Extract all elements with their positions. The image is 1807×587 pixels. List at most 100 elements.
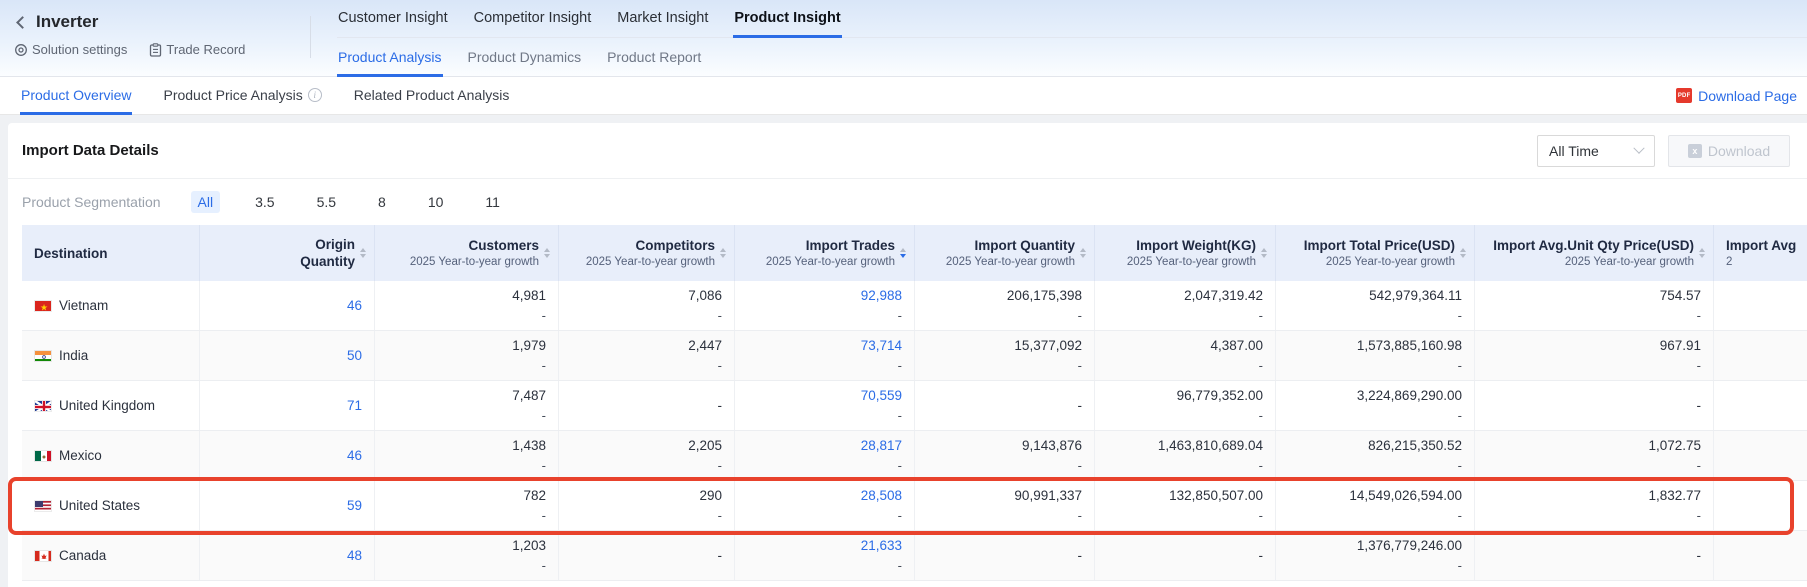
origin-quantity-link[interactable]: 71 [347,397,362,415]
sort-desc-icon[interactable] [360,254,366,258]
segment-option-5-5[interactable]: 5.5 [310,191,343,213]
import-trades-value[interactable]: 28,817 [861,437,902,455]
import-weight-value: 1,463,810,689.04 [1158,437,1263,455]
sort-icons[interactable] [720,248,726,258]
page-toolbar: Product Overview Product Price Analysisi R… [0,77,1807,115]
import-total-price-value: 14,549,026,594.00 [1349,487,1462,505]
tab-product-report[interactable]: Product Report [606,39,702,77]
column-header-destination: Destination [22,225,200,281]
origin-quantity-link[interactable]: 50 [347,347,362,365]
table-row-mexico: Mexico461,438-2,205-28,817-9,143,876-1,4… [22,431,1807,481]
sort-asc-icon[interactable] [544,248,550,252]
import-trades-value[interactable]: 70,559 [861,387,902,405]
origin-quantity-link[interactable]: 46 [347,297,362,315]
import-quantity-growth: - [1078,358,1082,374]
tab-product-dynamics[interactable]: Product Dynamics [467,39,583,77]
destination-label: United States [59,498,140,513]
tab-product-price-analysis[interactable]: Product Price Analysisi [162,77,322,115]
sort-desc-icon[interactable] [720,254,726,258]
sort-asc-icon[interactable] [1261,248,1267,252]
customers-cell: 4,981- [375,281,559,330]
sort-asc-icon[interactable] [720,248,726,252]
overview-tabs: Product Overview Product Price Analysisi R… [20,77,510,114]
import-total-price-cell: 14,549,026,594.00- [1276,481,1475,530]
sort-icons[interactable] [360,248,366,258]
sort-desc-icon[interactable] [544,254,550,258]
sort-desc-icon[interactable] [1699,254,1705,258]
back-icon[interactable] [16,16,29,29]
column-header-competitors[interactable]: Competitors2025 Year-to-year growth [559,225,735,281]
table-body: ★Vietnam464,981-7,086-92,988-206,175,398… [22,281,1807,581]
download-page-link[interactable]: PDF Download Page [1676,88,1797,104]
sort-desc-icon[interactable] [1080,254,1086,258]
customers-value: 782 [523,487,546,505]
import-trades-growth: - [898,358,902,374]
column-label: Import Avg [1726,237,1796,254]
product-segmentation: Product Segmentation All3.55.581011 [8,179,1807,225]
sort-asc-icon[interactable] [360,248,366,252]
sort-icons[interactable] [1699,248,1705,258]
segment-option-8[interactable]: 8 [371,191,393,213]
customers-value: 1,979 [512,337,546,355]
origin-quantity-link[interactable]: 48 [347,547,362,565]
origin-quantity-link[interactable]: 59 [347,497,362,515]
import-trades-growth: - [898,308,902,324]
segment-option-all[interactable]: All [191,191,221,213]
sort-icons[interactable] [1460,248,1466,258]
import-trades-value[interactable]: 92,988 [861,287,902,305]
column-header-origin-quantity[interactable]: OriginQuantity [200,225,375,281]
download-button[interactable]: x Download [1668,135,1790,167]
solution-settings-link[interactable]: Solution settings [14,42,127,57]
destination-label: Vietnam [59,298,108,313]
origin-quantity-link[interactable]: 46 [347,447,362,465]
customers-cell: 7,487- [375,381,559,430]
import-total-price-value: 1,376,779,246.00 [1357,537,1462,555]
trade-record-link[interactable]: Trade Record [149,42,245,57]
tab-related-product-analysis[interactable]: Related Product Analysis [353,77,511,115]
tab-customer-insight[interactable]: Customer Insight [337,10,449,38]
column-label: Origin [300,236,355,253]
import-total-price-growth: - [1458,458,1462,474]
sort-asc-icon[interactable] [1080,248,1086,252]
tab-product-overview[interactable]: Product Overview [20,77,132,115]
sort-icons[interactable] [1080,248,1086,258]
import-quantity-value: 9,143,876 [1022,437,1082,455]
import-quantity-growth: - [1078,508,1082,524]
column-header-import-trades[interactable]: Import Trades2025 Year-to-year growth [735,225,915,281]
svg-text:★: ★ [40,302,48,311]
sort-asc-icon[interactable] [1699,248,1705,252]
import-weight-growth: - [1259,308,1263,324]
column-header-import-total-price[interactable]: Import Total Price(USD)2025 Year-to-year… [1276,225,1475,281]
column-header-import-weight[interactable]: Import Weight(KG)2025 Year-to-year growt… [1095,225,1276,281]
sort-icons[interactable] [544,248,550,258]
sort-desc-icon[interactable] [1460,254,1466,258]
sort-icons[interactable] [900,248,906,258]
import-trades-value[interactable]: 21,633 [861,537,902,555]
segment-option-10[interactable]: 10 [421,191,451,213]
sort-icons[interactable] [1261,248,1267,258]
customers-growth: - [542,558,546,574]
sort-desc-icon[interactable] [900,254,906,258]
import-trades-value[interactable]: 73,714 [861,337,902,355]
table-row-vietnam: ★Vietnam464,981-7,086-92,988-206,175,398… [22,281,1807,331]
sort-asc-icon[interactable] [1460,248,1466,252]
column-header-import-quantity[interactable]: Import Quantity2025 Year-to-year growth [915,225,1095,281]
tab-product-analysis[interactable]: Product Analysis [337,39,443,77]
competitors-cell: - [559,381,735,430]
time-filter-select[interactable]: All Time [1537,135,1655,167]
tab-competitor-insight[interactable]: Competitor Insight [473,10,593,38]
table-row-india: India501,979-2,447-73,714-15,377,092-4,3… [22,331,1807,381]
column-header-customers[interactable]: Customers2025 Year-to-year growth [375,225,559,281]
sort-asc-icon[interactable] [900,248,906,252]
import-trades-growth: - [898,558,902,574]
segment-option-3-5[interactable]: 3.5 [248,191,281,213]
column-header-import-avg-unit-qty-price[interactable]: Import Avg.Unit Qty Price(USD)2025 Year-… [1475,225,1714,281]
segment-option-11[interactable]: 11 [478,191,507,213]
sort-desc-icon[interactable] [1261,254,1267,258]
column-sublabel: 2025 Year-to-year growth [1127,255,1256,270]
import-trades-value[interactable]: 28,508 [861,487,902,505]
import-quantity-cell: - [915,381,1095,430]
tab-product-insight[interactable]: Product Insight [733,10,841,38]
tab-market-insight[interactable]: Market Insight [616,10,709,38]
import-trades-cell: 28,508- [735,481,915,530]
